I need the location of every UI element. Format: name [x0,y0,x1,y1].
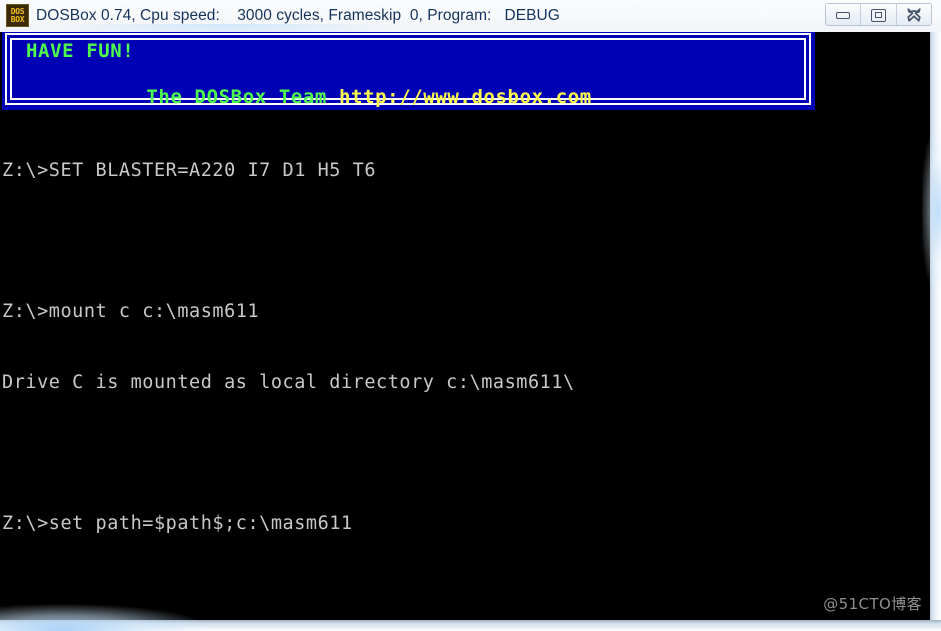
close-icon [907,7,921,22]
terminal-line: Drive C is mounted as local directory c:… [2,371,575,393]
terminal-line: Z:\>set path=$path$;c:\masm611 [2,512,353,534]
banner-have-fun-text: HAVE FUN! [26,40,135,62]
terminal-line: Z:\>mount c c:\masm611 [2,301,260,322]
dosbox-window: DOS BOX DOSBox 0.74, Cpu speed: 3000 cyc… [0,0,941,631]
title-bar[interactable]: DOS BOX DOSBox 0.74, Cpu speed: 3000 cyc… [0,0,941,38]
dos-screen-content: HAVE FUN! The DOSBox Team http://www.dos… [0,32,930,620]
minimize-icon [836,11,851,19]
dosbox-welcome-banner: HAVE FUN! The DOSBox Team http://www.dos… [2,32,815,110]
terminal-output: Z:\>SET BLASTER=A220 I7 D1 H5 T6 Z:\>mou… [2,112,930,620]
window-right-border [930,32,941,620]
window-title: DOSBox 0.74, Cpu speed: 3000 cycles, Fra… [36,7,560,24]
window-bottom-border [0,620,941,631]
maximize-icon [871,8,887,22]
watermark: @51CTO博客 [823,595,922,613]
maximize-icon-inner [875,12,883,18]
terminal-line: Z:\>SET BLASTER=A220 I7 D1 H5 T6 [2,160,377,181]
close-button[interactable] [896,4,931,25]
minimize-button[interactable] [826,4,862,25]
window-controls [825,3,932,26]
dos-screen-gutter [895,32,930,620]
banner-team-text: The DOSBox Team [146,86,340,108]
dos-screen[interactable]: HAVE FUN! The DOSBox Team http://www.dos… [0,32,930,620]
maximize-button[interactable] [861,4,897,25]
dosbox-icon-text-bottom: BOX [10,14,25,24]
banner-url-text: http://www.dosbox.com [339,86,592,108]
dosbox-app-icon[interactable]: DOS BOX [6,4,29,27]
